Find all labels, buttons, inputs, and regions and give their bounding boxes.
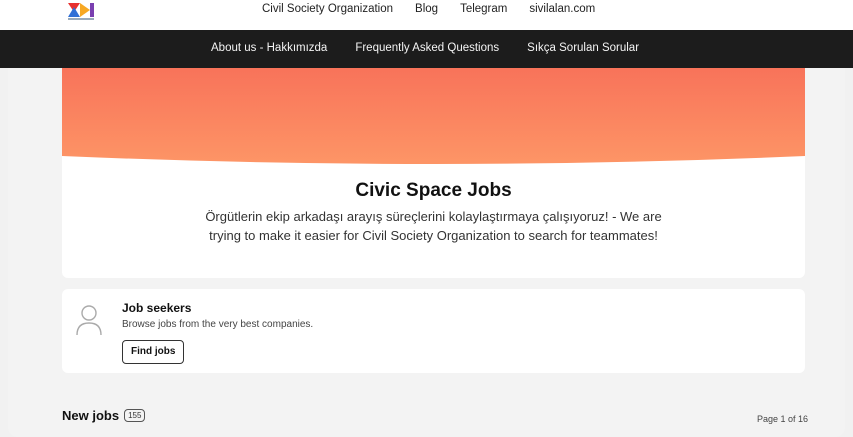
page-indicator: Page 1 of 16: [757, 414, 809, 424]
top-link-sivilalan[interactable]: sivilalan.com: [529, 3, 595, 17]
job-seekers-title: Job seekers: [122, 301, 192, 315]
nav-link-sss[interactable]: Sıkça Sorulan Sorular: [527, 42, 639, 54]
page-title: Civic Space Jobs: [355, 180, 512, 201]
top-link-civil-society[interactable]: Civil Society Organization: [262, 3, 393, 17]
nav-link-faq[interactable]: Frequently Asked Questions: [355, 42, 499, 54]
nav-link-about[interactable]: About us - Hakkımızda: [211, 42, 327, 54]
new-jobs-header: New jobs 155: [62, 408, 146, 423]
hero-subtitle: Örgütlerin ekip arkadaşı arayış süreçler…: [205, 209, 662, 243]
job-seekers-description: Browse jobs from the very best companies…: [122, 319, 314, 330]
new-jobs-title: New jobs: [62, 408, 120, 423]
hero-card: Civic Space Jobs Örgütlerin ekip arkadaş…: [62, 68, 805, 278]
job-count-badge: 155: [124, 409, 146, 422]
nav-links: About us - Hakkımızda Frequently Asked Q…: [211, 42, 639, 54]
top-header: Civil Society Organization Blog Telegram…: [0, 0, 853, 30]
user-icon: [76, 305, 102, 336]
find-jobs-button[interactable]: Find jobs: [122, 340, 185, 364]
main-navbar: About us - Hakkımızda Frequently Asked Q…: [0, 30, 853, 68]
top-links: Civil Society Organization Blog Telegram…: [262, 3, 595, 17]
top-link-telegram[interactable]: Telegram: [460, 3, 507, 17]
job-seekers-card: Job seekers Browse jobs from the very be…: [62, 289, 805, 373]
top-link-blog[interactable]: Blog: [415, 3, 438, 17]
hero-banner: [62, 68, 805, 164]
civic-space-logo-icon[interactable]: [66, 2, 104, 22]
